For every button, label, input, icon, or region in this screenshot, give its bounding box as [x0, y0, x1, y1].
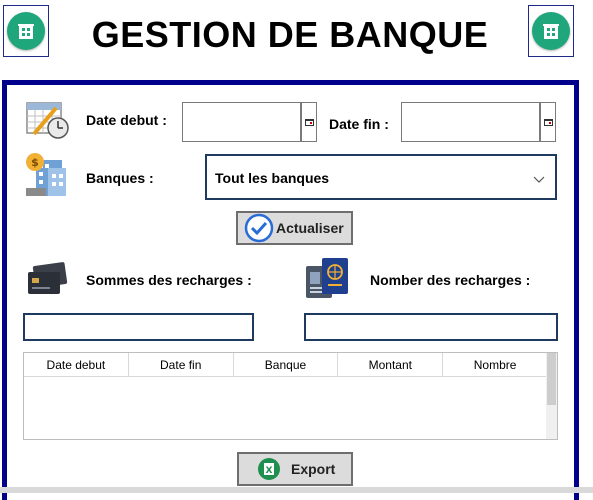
credit-card-icon [26, 262, 68, 298]
excel-icon: X [257, 457, 281, 481]
refresh-button[interactable]: Actualiser [236, 211, 353, 245]
window-horizontal-scrollbar[interactable] [0, 487, 593, 493]
svg-text:$: $ [31, 156, 39, 169]
building-icon [532, 12, 570, 50]
table-vertical-scrollbar[interactable] [546, 353, 557, 439]
calendar-clock-icon [26, 100, 70, 140]
left-logo [3, 5, 49, 57]
right-logo [528, 5, 574, 57]
building-icon [7, 12, 45, 50]
calendar-icon [304, 118, 314, 126]
svg-text:X: X [266, 466, 273, 476]
date-debut-label: Date debut : [86, 112, 167, 128]
bank-building-icon: $ [24, 152, 70, 198]
date-debut-field[interactable] [182, 102, 301, 142]
nombre-output-field[interactable] [304, 313, 558, 341]
banques-label: Banques : [86, 170, 154, 186]
date-fin-label: Date fin : [329, 116, 389, 132]
column-header-date-fin[interactable]: Date fin [129, 353, 234, 376]
results-table[interactable]: Date debut Date fin Banque Montant Nombr… [23, 352, 558, 440]
date-fin-picker-button[interactable] [540, 102, 556, 142]
check-circle-icon [244, 213, 274, 243]
sommes-output-field[interactable] [23, 313, 254, 341]
date-debut-picker-button[interactable] [301, 102, 317, 142]
nombre-label: Nomber des recharges : [370, 272, 531, 288]
page-title: GESTION DE BANQUE [91, 14, 489, 55]
sommes-label: Sommes des recharges : [86, 272, 252, 288]
chevron-down-icon [533, 171, 545, 189]
column-header-date-debut[interactable]: Date debut [24, 353, 129, 376]
banques-selected-value: Tout les banques [215, 170, 330, 186]
passport-icon [304, 256, 352, 300]
refresh-button-label: Actualiser [276, 220, 344, 236]
date-fin-field[interactable] [401, 102, 540, 142]
column-header-nombre[interactable]: Nombre [443, 353, 547, 376]
calendar-icon [543, 118, 553, 126]
export-button-label: Export [291, 461, 336, 477]
table-header: Date debut Date fin Banque Montant Nombr… [24, 353, 547, 377]
export-button[interactable]: X Export [237, 452, 353, 486]
column-header-banque[interactable]: Banque [234, 353, 339, 376]
banques-dropdown[interactable]: Tout les banques [205, 154, 557, 200]
scrollbar-thumb[interactable] [547, 353, 556, 405]
column-header-montant[interactable]: Montant [338, 353, 444, 376]
